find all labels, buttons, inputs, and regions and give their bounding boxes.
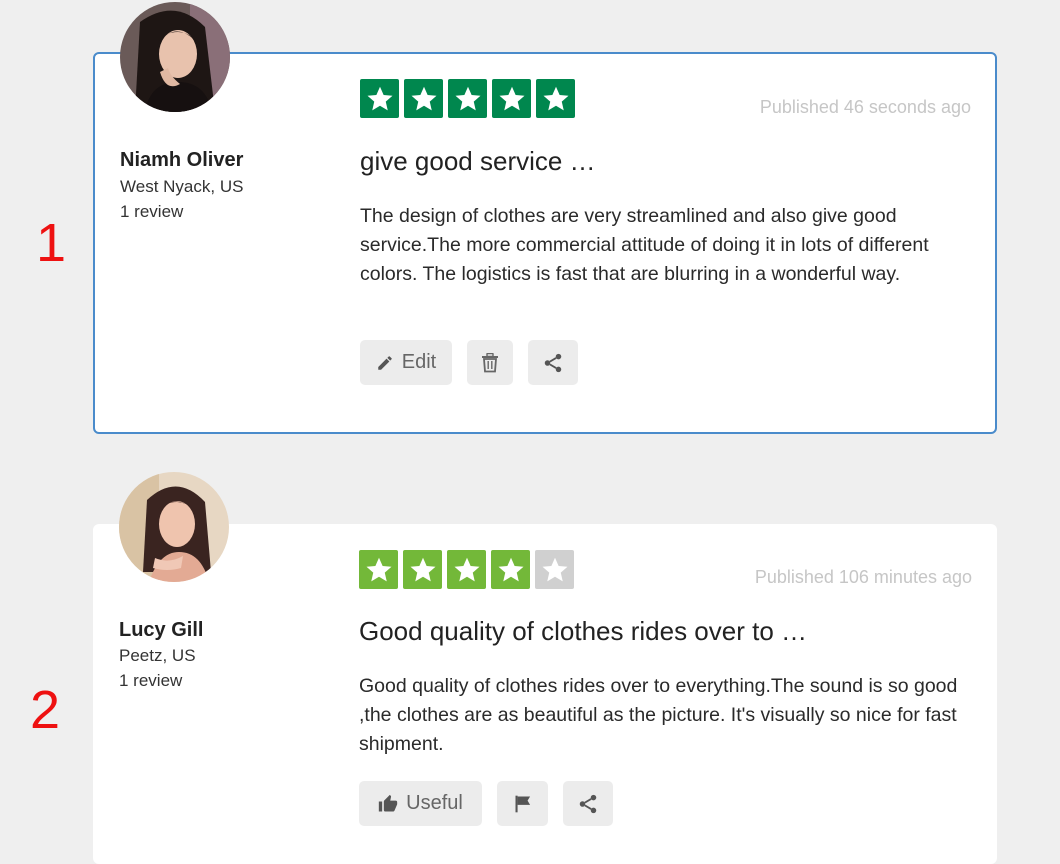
pencil-icon (376, 354, 394, 372)
trash-icon (481, 352, 499, 373)
star-icon (448, 79, 487, 118)
star-icon (491, 550, 530, 589)
star-icon (403, 550, 442, 589)
reviewer-name[interactable]: Niamh Oliver (120, 149, 243, 172)
flag-icon (513, 794, 533, 814)
star-rating (360, 79, 575, 118)
annotation-number-1: 1 (36, 213, 67, 273)
review-title[interactable]: give good service … (360, 146, 596, 177)
edit-label: Edit (401, 351, 437, 373)
star-icon (447, 550, 486, 589)
published-time: Published 46 seconds ago (759, 97, 971, 117)
share-button[interactable] (563, 781, 613, 826)
review-card-1: Published 46 seconds ago Niamh Oliver We… (93, 52, 997, 434)
review-body: Good quality of clothes rides over to ev… (359, 675, 958, 755)
avatar[interactable] (119, 472, 229, 582)
share-icon (542, 352, 564, 374)
star-icon (492, 79, 531, 118)
star-icon (359, 550, 398, 589)
star-icon (360, 79, 399, 118)
annotation-number-2: 2 (30, 680, 61, 740)
reviewer-review-count: 1 review (120, 202, 184, 221)
useful-label: Useful (406, 792, 463, 814)
edit-button[interactable]: Edit (360, 340, 452, 385)
thumbs-up-icon (378, 794, 398, 814)
star-icon (536, 79, 575, 118)
reviewer-name[interactable]: Lucy Gill (119, 619, 203, 642)
review-card-2: Published 106 minutes ago Lucy Gill Peet… (93, 524, 997, 864)
star-icon (535, 550, 574, 589)
review-title[interactable]: Good quality of clothes rides over to … (359, 616, 807, 647)
review-body: The design of clothes are very streamlin… (360, 205, 929, 285)
reviewer-review-count: 1 review (119, 671, 183, 690)
reviewer-location: Peetz, US (119, 646, 196, 665)
star-rating (359, 550, 574, 589)
star-icon (404, 79, 443, 118)
delete-button[interactable] (467, 340, 513, 385)
useful-button[interactable]: Useful (359, 781, 482, 826)
reviewer-location: West Nyack, US (120, 177, 244, 196)
avatar[interactable] (120, 2, 230, 112)
flag-button[interactable] (497, 781, 548, 826)
published-time: Published 106 minutes ago (754, 567, 972, 587)
share-icon (577, 793, 599, 815)
share-button[interactable] (528, 340, 578, 385)
